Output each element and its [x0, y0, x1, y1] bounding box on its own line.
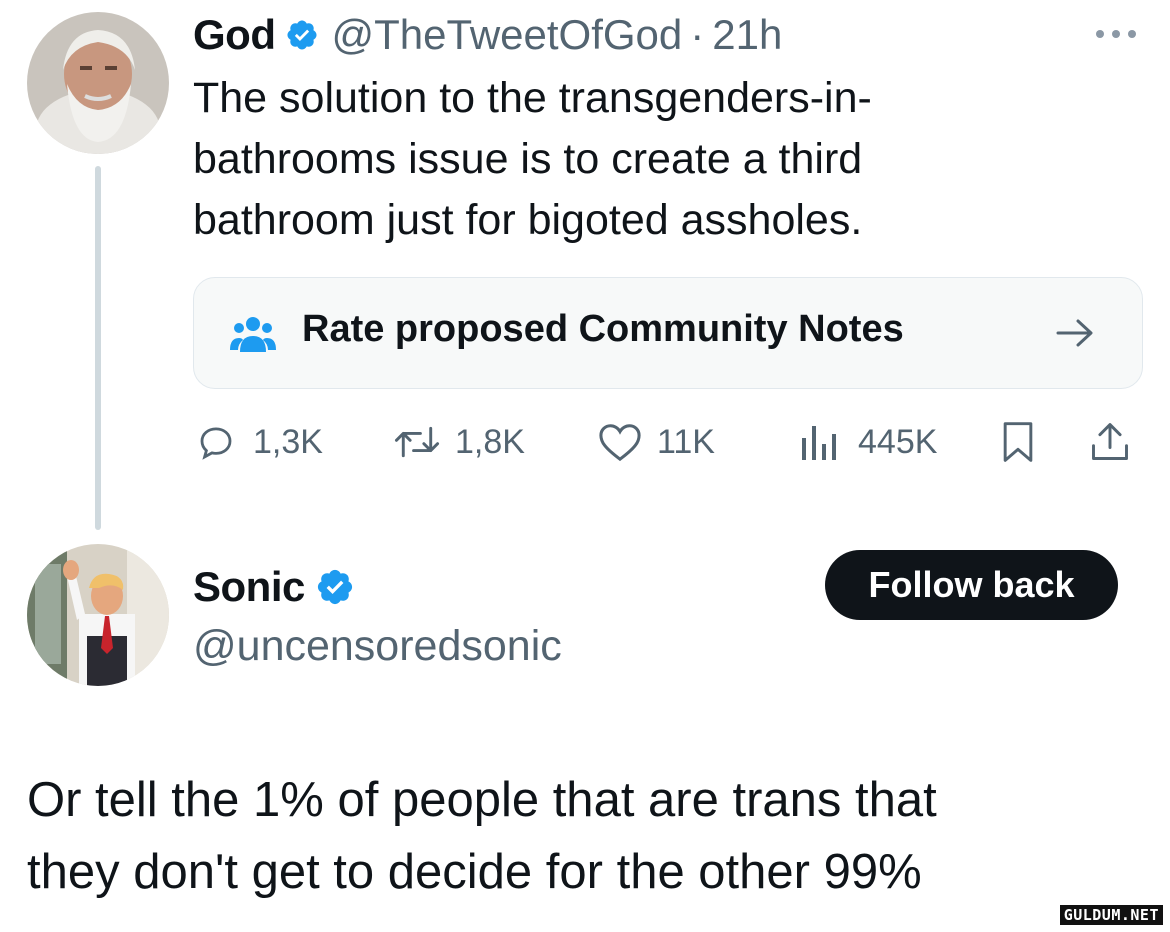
profile-name-row: Sonic — [193, 562, 355, 612]
views-count: 445K — [858, 422, 938, 461]
analytics-icon — [802, 426, 836, 460]
author-handle[interactable]: @TheTweetOfGod — [331, 11, 682, 59]
share-button[interactable] — [1088, 420, 1132, 464]
like-count: 11K — [657, 422, 715, 461]
thread-line — [95, 166, 101, 530]
verified-badge-icon — [285, 18, 319, 52]
reply-text-line: Or tell the 1% of people that are trans … — [27, 773, 937, 827]
tweet-text-line: bathroom just for bigoted assholes. — [193, 196, 863, 244]
sonic-avatar[interactable] — [27, 544, 169, 686]
heart-icon — [599, 424, 641, 462]
reply-text: Or tell the 1% of people that are trans … — [27, 764, 1147, 908]
verified-badge-icon — [315, 567, 355, 607]
repost-count: 1,8K — [455, 422, 525, 461]
community-notes-button[interactable]: Rate proposed Community Notes — [193, 277, 1143, 389]
god-avatar[interactable] — [27, 12, 169, 154]
views-button[interactable]: 445K — [800, 420, 937, 464]
sonic-avatar-image — [27, 544, 169, 686]
bookmark-icon — [1003, 422, 1033, 462]
reply-icon — [200, 427, 232, 460]
tweet-header: God @TheTweetOfGod · 21h — [193, 10, 782, 60]
repost-icon — [394, 426, 440, 458]
watermark-logo: GULDUM.NET — [1058, 904, 1164, 926]
like-button[interactable]: 11K — [597, 420, 715, 464]
profile-name[interactable]: Sonic — [193, 563, 305, 611]
author-name[interactable]: God — [193, 11, 276, 59]
tweet-text-line: bathrooms issue is to create a third — [193, 135, 863, 183]
profile-handle[interactable]: @uncensoredsonic — [193, 622, 562, 671]
separator-dot: · — [690, 11, 705, 58]
reply-button[interactable]: 1,3K — [195, 420, 323, 464]
community-people-icon — [230, 314, 276, 359]
god-avatar-image — [27, 12, 169, 154]
share-icon — [1092, 423, 1128, 460]
bookmark-button[interactable] — [998, 420, 1038, 464]
reply-count: 1,3K — [253, 422, 323, 461]
reply-text-line: they don't get to decide for the other 9… — [27, 845, 922, 899]
community-notes-label: Rate proposed Community Notes — [302, 308, 904, 350]
repost-button[interactable]: 1,8K — [393, 420, 525, 464]
arrow-right-icon — [1054, 312, 1096, 359]
more-options-icon[interactable] — [1092, 14, 1140, 54]
follow-back-button[interactable]: Follow back — [825, 550, 1118, 620]
tweet-text: The solution to the transgenders-in- bat… — [193, 68, 1133, 251]
tweet-text-line: The solution to the transgenders-in- — [193, 74, 872, 122]
tweet-time[interactable]: 21h — [712, 11, 782, 59]
